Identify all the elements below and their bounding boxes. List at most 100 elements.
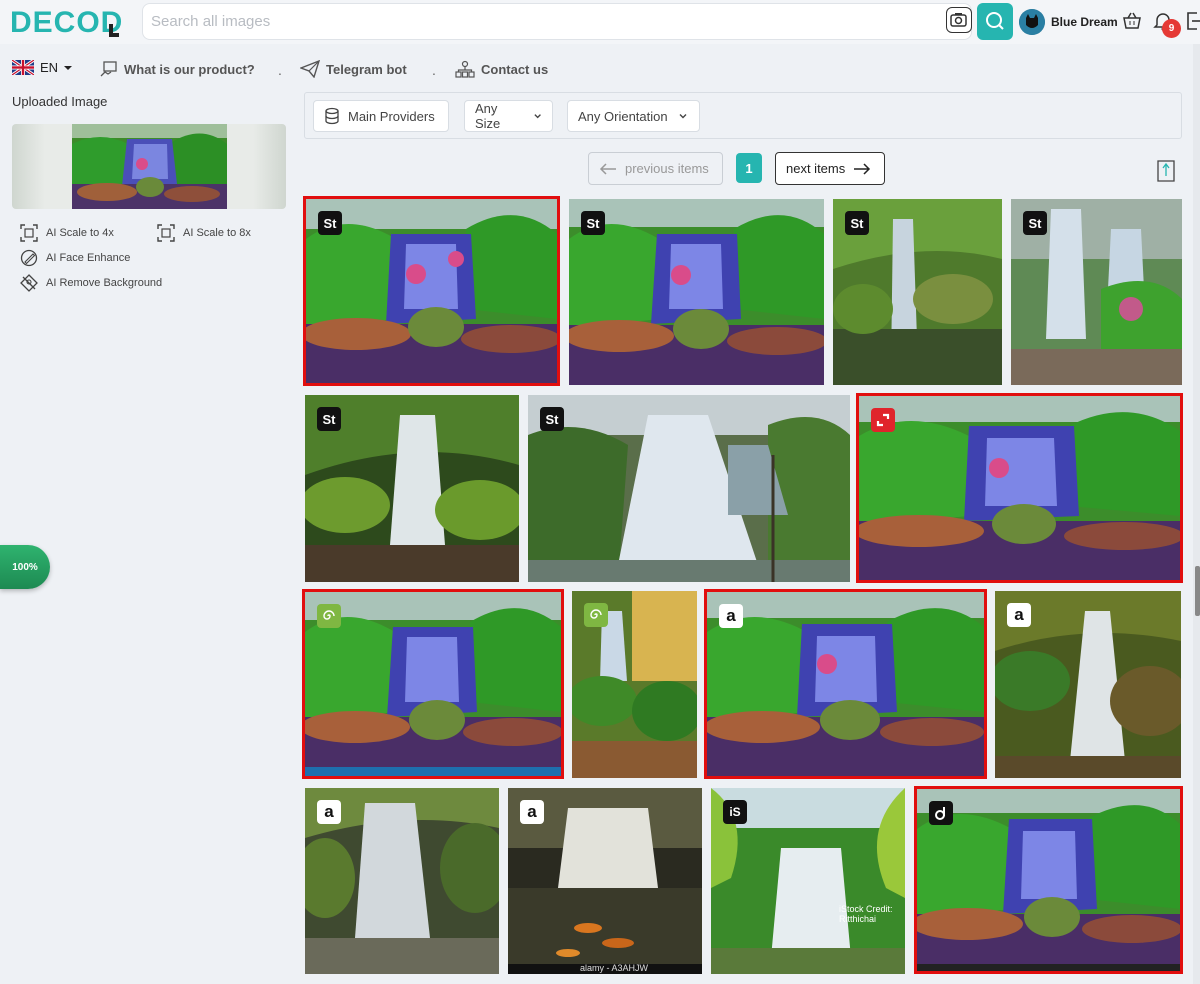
dreamstime-badge [317,604,341,628]
provider-filter[interactable]: Main Providers [313,100,449,132]
language-label: EN [40,60,59,75]
language-selector[interactable]: EN [12,60,74,75]
nav-what-is-product[interactable]: What is our product? [100,60,255,78]
scale-icon [157,224,175,242]
alamy-badge: a [719,604,743,628]
chevron-down-icon [679,114,687,119]
alamy-badge: a [1007,603,1031,627]
search-button[interactable] [977,3,1013,40]
arrow-right-icon [854,162,871,175]
guide-icon[interactable] [1155,158,1177,184]
arrow-left-icon [599,162,616,175]
waterfall-garden-image [917,789,1180,971]
monitor-hand-icon [100,61,117,77]
previous-items-label: previous items [625,161,709,176]
nav-separator: . [432,62,436,78]
waterfall-garden-image [707,592,984,776]
nav-contact-us[interactable]: Contact us [455,60,548,78]
shutterstock-badge [871,408,895,432]
waterfall-rocks-image [528,395,850,582]
result-image[interactable]: a alamy - A3AHJW [508,788,702,974]
adobe-stock-badge: St [317,407,341,431]
dreamstime-spiral-icon [323,610,335,620]
watermark-text: alamy - A3AHJW [580,963,649,973]
size-filter-dropdown[interactable]: Any Size [464,100,553,132]
ai-scale-4x-button[interactable]: AI Scale to 4x [20,224,114,242]
result-image[interactable]: a [995,591,1181,778]
tool-label: AI Scale to 8x [183,227,251,239]
notification-badge: 9 [1162,19,1181,38]
watermark-text: iStock Credit: Ritthichai [839,904,893,924]
result-image[interactable]: St [569,199,824,385]
tool-label: AI Scale to 4x [46,227,114,239]
current-page-number[interactable]: 1 [736,153,762,183]
adobe-stock-badge: St [1023,211,1047,235]
result-image[interactable]: iS iStock Credit: Ritthichai [711,788,905,974]
result-image[interactable]: a [704,589,987,779]
result-image[interactable]: St [303,196,560,386]
nav-label: Contact us [481,61,549,77]
chevron-down-icon [534,114,541,119]
basket-icon[interactable] [1122,11,1142,31]
next-items-label: next items [786,161,846,176]
result-image[interactable]: St [833,199,1002,385]
waterfall-garden-image [306,199,557,383]
tool-label: AI Face Enhance [46,252,131,264]
orientation-filter-dropdown[interactable]: Any Orientation [567,100,700,132]
scale-icon [20,224,38,242]
uploaded-image-preview[interactable] [12,124,286,209]
adobe-stock-badge: St [540,407,564,431]
ai-face-enhance-button[interactable]: AI Face Enhance [20,249,130,267]
result-image[interactable] [914,786,1183,974]
user-name: Blue Dream [1051,15,1118,29]
result-image[interactable]: a [305,788,499,974]
depositphotos-badge [929,801,953,825]
remove-bg-icon [20,274,38,292]
logout-icon[interactable] [1185,10,1200,32]
result-image[interactable]: St [305,395,519,582]
ai-scale-8x-button[interactable]: AI Scale to 8x [157,224,251,242]
adobe-stock-badge: St [318,211,342,235]
user-menu[interactable]: Blue Dream [1019,8,1118,36]
uploaded-image [72,124,227,209]
progress-indicator[interactable]: 100% [0,545,50,589]
orientation-filter-label: Any Orientation [578,108,668,124]
nav-label: Telegram bot [326,61,407,77]
result-image[interactable]: St [528,395,850,582]
previous-items-button[interactable]: previous items [588,152,723,185]
waterfall-garden-image [305,592,561,776]
provider-filter-label: Main Providers [348,108,435,124]
filter-bar: Main Providers Any Size Any Orientation [304,92,1182,139]
nav-separator: . [278,62,282,78]
result-image[interactable] [302,589,564,779]
result-image[interactable] [856,393,1183,583]
result-image[interactable] [572,591,697,778]
avatar [1019,9,1045,35]
uploaded-image-label: Uploaded Image [12,94,108,109]
istock-badge: iS [723,800,747,824]
image-search-camera-button[interactable] [946,7,972,33]
dreamstime-spiral-icon [590,609,602,619]
dreamstime-badge [584,603,608,627]
uk-flag-icon [12,60,34,75]
alamy-badge: a [317,800,341,824]
result-image[interactable]: St [1011,199,1182,385]
decod-logo[interactable]: DECOD [10,6,126,39]
adobe-stock-badge: St [581,211,605,235]
next-items-button[interactable]: next items [775,152,885,185]
paper-plane-icon [300,60,320,78]
search-input[interactable] [151,4,931,39]
alamy-badge: a [520,800,544,824]
ai-remove-background-button[interactable]: AI Remove Background [20,274,162,292]
top-header: DECOD Blue Dream [0,0,1200,44]
search-bar [142,3,972,40]
nav-telegram-bot[interactable]: Telegram bot [300,60,407,78]
scrollbar-thumb[interactable] [1195,566,1200,616]
search-icon [986,12,1004,30]
depositphotos-icon [935,807,945,820]
page-scrollbar[interactable] [1193,44,1200,984]
svg-text:DECOD: DECOD [10,6,123,38]
shutterstock-icon [876,413,890,427]
caret-down-icon [64,65,73,70]
waterfall-garden-image [859,396,1180,580]
